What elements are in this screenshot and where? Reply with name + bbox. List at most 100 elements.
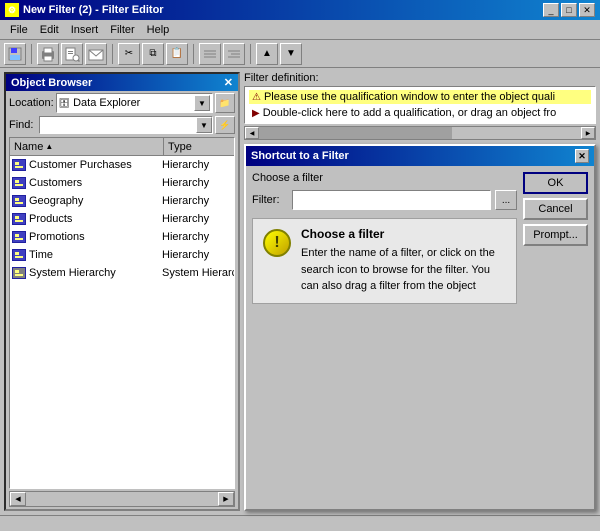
item-icon-3: [12, 212, 26, 226]
paste-button[interactable]: 📋: [166, 43, 188, 65]
shortcut-dialog-buttons: OK Cancel Prompt...: [523, 172, 588, 503]
list-item[interactable]: Time Hierarchy: [10, 246, 234, 264]
location-text: Data Explorer: [73, 97, 140, 109]
print-button[interactable]: [37, 43, 59, 65]
item-type-3: Hierarchy: [162, 213, 232, 225]
filter-definition-label: Filter definition:: [244, 72, 596, 84]
info-icon: !: [263, 229, 291, 257]
ok-button[interactable]: OK: [523, 172, 588, 194]
window-title: New Filter (2) - Filter Editor: [23, 4, 164, 16]
menu-help[interactable]: Help: [141, 22, 176, 38]
move-down-button[interactable]: ▼: [280, 43, 302, 65]
warning-icon: ⚠: [252, 92, 261, 103]
copy-button[interactable]: ⧉: [142, 43, 164, 65]
location-dropdown[interactable]: 🗄 Data Explorer ▼: [56, 93, 213, 113]
filter-scroll-track[interactable]: [259, 127, 581, 139]
filter-def-text1: Please use the qualification window to e…: [264, 91, 555, 103]
arrow-right-icon: ▶: [252, 108, 260, 119]
title-bar: ⚙ New Filter (2) - Filter Editor _ □ ✕: [0, 0, 600, 20]
find-dropdown-arrow[interactable]: ▼: [196, 117, 212, 133]
toolbar-separator-2: [112, 44, 113, 64]
title-bar-controls: _ □ ✕: [543, 3, 595, 17]
item-icon-5: [12, 248, 26, 262]
item-type-2: Hierarchy: [162, 195, 232, 207]
prompt-button[interactable]: Prompt...: [523, 224, 588, 246]
move-up-button[interactable]: ▲: [256, 43, 278, 65]
filter-input-row: Filter: ...: [252, 190, 517, 210]
menu-edit[interactable]: Edit: [34, 22, 65, 38]
filter-definition-box: ⚠ Please use the qualification window to…: [244, 86, 596, 124]
shortcut-dialog-close-button[interactable]: ✕: [575, 149, 589, 163]
shortcut-dialog: Shortcut to a Filter ✕ Choose a filter F…: [244, 144, 596, 511]
shortcut-dialog-body: Choose a filter Filter: ... ! Choose a f…: [246, 166, 594, 509]
maximize-button[interactable]: □: [561, 3, 577, 17]
toolbar-separator-3: [193, 44, 194, 64]
minimize-button[interactable]: _: [543, 3, 559, 17]
filter-def-text2: Double-click here to add a qualification…: [263, 107, 557, 119]
filter-browse-button[interactable]: ...: [495, 190, 517, 210]
cut-button[interactable]: ✂: [118, 43, 140, 65]
list-item[interactable]: Geography Hierarchy: [10, 192, 234, 210]
item-name-3: Products: [29, 213, 162, 225]
list-header: Name ▲ Type: [10, 138, 234, 156]
filter-name-input[interactable]: [292, 190, 491, 210]
outdent-button[interactable]: [223, 43, 245, 65]
right-panel: Filter definition: ⚠ Please use the qual…: [242, 68, 600, 515]
info-content: Choose a filter Enter the name of a filt…: [301, 227, 506, 295]
menu-file[interactable]: File: [4, 22, 34, 38]
scroll-track[interactable]: [26, 492, 218, 506]
cancel-button[interactable]: Cancel: [523, 198, 588, 220]
info-text: Enter the name of a filter, or click on …: [301, 245, 506, 295]
item-type-1: Hierarchy: [162, 177, 232, 189]
list-body: Customer Purchases Hierarchy Customers H…: [10, 156, 234, 282]
data-explorer-icon: 🗄: [59, 98, 70, 109]
close-window-button[interactable]: ✕: [579, 3, 595, 17]
filter-scroll-thumb[interactable]: [259, 127, 452, 139]
location-row: Location: 🗄 Data Explorer ▼ 📁: [6, 91, 238, 115]
filter-input-label: Filter:: [252, 194, 288, 206]
menu-insert[interactable]: Insert: [65, 22, 105, 38]
find-filter-button[interactable]: ⚡: [215, 116, 235, 134]
item-name-5: Time: [29, 249, 162, 261]
info-title: Choose a filter: [301, 227, 506, 241]
menu-filter[interactable]: Filter: [104, 22, 140, 38]
list-item[interactable]: Products Hierarchy: [10, 210, 234, 228]
toolbar-separator-1: [31, 44, 32, 64]
title-bar-left: ⚙ New Filter (2) - Filter Editor: [5, 3, 164, 17]
location-dropdown-arrow[interactable]: ▼: [194, 95, 210, 111]
find-label: Find:: [9, 119, 37, 131]
object-browser-title: Object Browser: [11, 77, 92, 89]
item-name-0: Customer Purchases: [29, 159, 162, 171]
list-item[interactable]: Promotions Hierarchy: [10, 228, 234, 246]
object-browser-title-bar: Object Browser ✕: [6, 74, 238, 91]
choose-filter-section-label: Choose a filter: [252, 172, 517, 184]
list-item[interactable]: Customers Hierarchy: [10, 174, 234, 192]
item-type-5: Hierarchy: [162, 249, 232, 261]
filter-def-scrollbar[interactable]: ◀ ▶: [244, 126, 596, 140]
toolbar: ✂ ⧉ 📋 ▲ ▼: [0, 40, 600, 68]
location-browse-button[interactable]: 📁: [215, 93, 235, 113]
item-name-4: Promotions: [29, 231, 162, 243]
filter-scroll-right[interactable]: ▶: [581, 127, 595, 139]
list-item[interactable]: System Hierarchy System Hierarch: [10, 264, 234, 282]
browser-horizontal-scrollbar[interactable]: ◀ ▶: [9, 491, 235, 507]
indent-button[interactable]: [199, 43, 221, 65]
find-input[interactable]: [40, 117, 196, 133]
scroll-left-button[interactable]: ◀: [10, 492, 26, 506]
list-item[interactable]: Customer Purchases Hierarchy: [10, 156, 234, 174]
item-type-0: Hierarchy: [162, 159, 232, 171]
filter-scroll-left[interactable]: ◀: [245, 127, 259, 139]
object-browser-close-button[interactable]: ✕: [224, 76, 233, 89]
shortcut-dialog-title-bar: Shortcut to a Filter ✕: [246, 146, 594, 166]
app-icon: ⚙: [5, 3, 19, 17]
sort-asc-icon: ▲: [45, 142, 53, 151]
email-button[interactable]: [85, 43, 107, 65]
print-preview-button[interactable]: [61, 43, 83, 65]
shortcut-dialog-title-text: Shortcut to a Filter: [251, 150, 349, 162]
save-close-button[interactable]: [4, 43, 26, 65]
scroll-right-button[interactable]: ▶: [218, 492, 234, 506]
filter-def-line2: ▶ Double-click here to add a qualificati…: [249, 106, 591, 120]
item-name-2: Geography: [29, 195, 162, 207]
info-box: ! Choose a filter Enter the name of a fi…: [252, 218, 517, 304]
item-icon-0: [12, 158, 26, 172]
